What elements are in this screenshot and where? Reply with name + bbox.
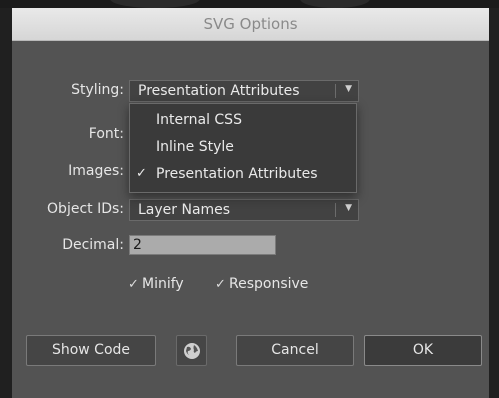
decimal-label: Decimal: [62, 237, 124, 253]
menu-item-label: Internal CSS [156, 112, 242, 128]
background-shape [110, 0, 200, 8]
show-code-button[interactable]: Show Code [26, 335, 156, 366]
check-icon: ✓ [128, 277, 139, 292]
chevron-down-icon: ▼ [345, 84, 352, 94]
background-shape [300, 0, 370, 8]
globe-button[interactable] [176, 335, 207, 366]
minify-checkbox[interactable]: ✓ Minify [128, 276, 184, 292]
styling-select-value: Presentation Attributes [138, 83, 300, 99]
check-icon: ✓ [136, 166, 147, 181]
styling-label: Styling: [71, 82, 124, 98]
object-ids-label: Object IDs: [47, 201, 124, 217]
object-ids-select[interactable]: Layer Names ▼ [129, 199, 359, 221]
menu-item-internal-css[interactable]: Internal CSS [130, 110, 356, 132]
background-edge-right [489, 8, 499, 398]
minify-label: Minify [142, 276, 184, 292]
responsive-checkbox[interactable]: ✓ Responsive [215, 276, 308, 292]
decimal-input[interactable]: 2 [129, 235, 276, 255]
font-label: Font: [88, 126, 124, 142]
images-label: Images: [68, 163, 124, 179]
chevron-down-icon: ▼ [345, 203, 352, 213]
title-bar[interactable]: SVG Options [12, 8, 489, 41]
dialog-title: SVG Options [203, 15, 298, 33]
menu-item-label: Inline Style [156, 139, 234, 155]
menu-item-presentation-attributes[interactable]: ✓ Presentation Attributes [130, 164, 356, 186]
decimal-input-value: 2 [133, 237, 142, 253]
globe-icon [184, 343, 200, 359]
select-divider [335, 84, 336, 98]
background-edge-left [0, 8, 12, 398]
select-divider [335, 203, 336, 217]
styling-dropdown-menu: Internal CSS Inline Style ✓ Presentation… [129, 103, 357, 193]
svg-options-dialog: SVG Options Styling: Presentation Attrib… [12, 8, 489, 398]
ok-button[interactable]: OK [364, 335, 482, 366]
check-icon: ✓ [215, 277, 226, 292]
responsive-label: Responsive [229, 276, 309, 292]
background-window-strip [0, 0, 499, 8]
menu-item-inline-style[interactable]: Inline Style [130, 137, 356, 159]
cancel-button[interactable]: Cancel [236, 335, 354, 366]
styling-select[interactable]: Presentation Attributes ▼ [129, 80, 359, 102]
menu-item-label: Presentation Attributes [156, 166, 318, 182]
object-ids-select-value: Layer Names [138, 202, 231, 218]
